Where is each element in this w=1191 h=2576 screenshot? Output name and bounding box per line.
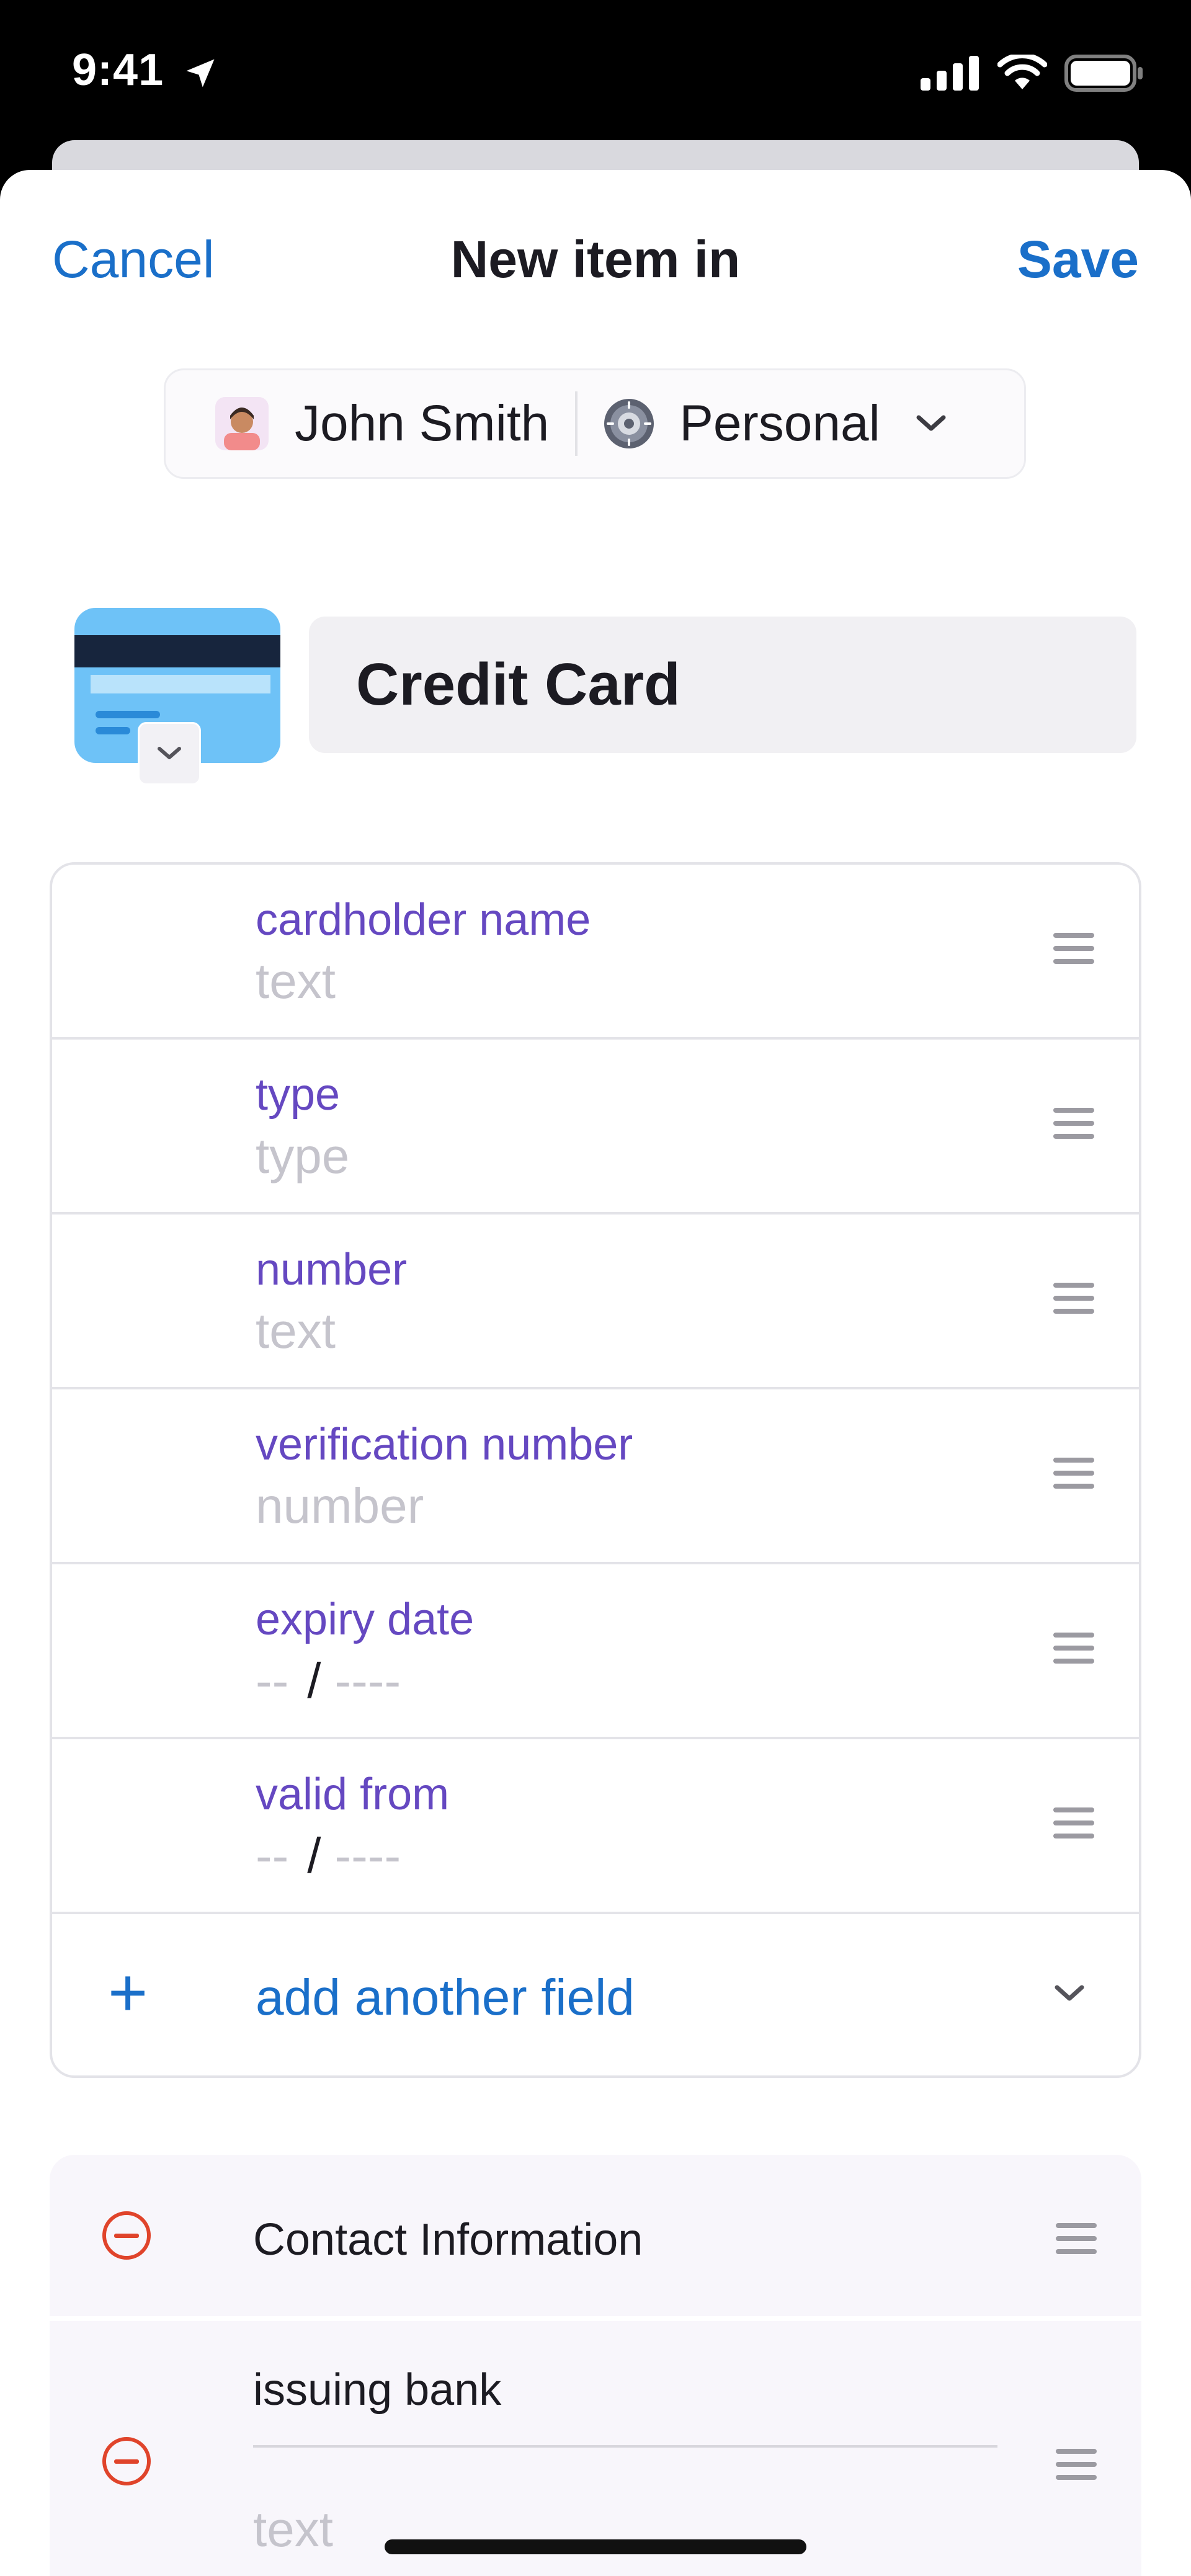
year-placeholder[interactable]: ----: [335, 1828, 401, 1883]
field-row-cardholder-name[interactable]: cardholder name text: [52, 865, 1139, 1040]
home-indicator[interactable]: [385, 2539, 806, 2554]
field-row-number[interactable]: number text: [52, 1214, 1139, 1389]
custom-field-label[interactable]: issuing bank: [253, 2364, 501, 2415]
date-separator: /: [307, 1828, 321, 1883]
vault-picker[interactable]: John Smith Personal: [164, 368, 1026, 479]
cellular-signal-icon: [921, 56, 979, 91]
remove-section-icon[interactable]: [100, 2209, 153, 2262]
drag-handle-icon[interactable]: [1056, 2223, 1097, 2254]
divider: [50, 2316, 1141, 2321]
section-title[interactable]: Contact Information: [253, 2214, 643, 2265]
status-time: 9:41: [72, 45, 219, 96]
label-underline: [253, 2445, 997, 2448]
chevron-down-icon: [916, 415, 946, 431]
chevron-down-icon: [1055, 1985, 1084, 2001]
date-input[interactable]: -- / ----: [256, 1827, 401, 1884]
new-item-sheet: New item in Cancel Save John Smith Perso…: [0, 170, 1191, 2576]
wifi-icon: [997, 55, 1047, 89]
drag-handle-icon[interactable]: [1053, 1633, 1094, 1664]
field-label: valid from: [256, 1770, 450, 1819]
field-row-valid-from[interactable]: valid from -- / ----: [52, 1739, 1139, 1914]
field-placeholder[interactable]: type: [256, 1128, 349, 1185]
drag-handle-icon[interactable]: [1053, 1108, 1094, 1139]
year-placeholder[interactable]: ----: [335, 1653, 401, 1708]
avatar: [215, 397, 269, 450]
field-row-expiry-date[interactable]: expiry date -- / ----: [52, 1564, 1139, 1739]
vault-icon: [604, 399, 654, 448]
date-input[interactable]: -- / ----: [256, 1652, 401, 1709]
add-another-field-button[interactable]: + add another field: [52, 1914, 1139, 2075]
vault-name: Personal: [679, 395, 880, 452]
drag-handle-icon[interactable]: [1053, 1283, 1094, 1314]
category-dropdown-button[interactable]: [138, 722, 201, 785]
account-name: John Smith: [295, 395, 550, 452]
field-placeholder[interactable]: text: [256, 1303, 336, 1360]
field-label: expiry date: [256, 1595, 475, 1644]
remove-field-icon[interactable]: [100, 2435, 153, 2487]
cancel-button[interactable]: Cancel: [52, 230, 214, 290]
status-time-text: 9:41: [72, 45, 164, 95]
custom-field-placeholder[interactable]: text: [253, 2501, 333, 2558]
section-header: Contact Information: [50, 2155, 1141, 2316]
save-button[interactable]: Save: [1017, 230, 1139, 290]
field-label: verification number: [256, 1420, 633, 1469]
drag-handle-icon[interactable]: [1053, 1458, 1094, 1489]
field-row-type[interactable]: type type: [52, 1040, 1139, 1214]
fields-list: cardholder name text type type number te…: [50, 862, 1141, 2078]
date-separator: /: [307, 1653, 321, 1708]
add-field-label: add another field: [256, 1969, 635, 2026]
field-label: cardholder name: [256, 895, 591, 945]
month-placeholder[interactable]: --: [256, 1828, 288, 1883]
field-row-verification-number[interactable]: verification number number: [52, 1389, 1139, 1564]
plus-icon: +: [108, 1954, 148, 2031]
month-placeholder[interactable]: --: [256, 1653, 288, 1708]
drag-handle-icon[interactable]: [1053, 1807, 1094, 1838]
item-title-value: Credit Card: [356, 651, 680, 718]
item-title-field[interactable]: Credit Card: [309, 617, 1136, 753]
drag-handle-icon[interactable]: [1053, 933, 1094, 964]
drag-handle-icon[interactable]: [1056, 2449, 1097, 2480]
location-arrow-icon: [186, 59, 215, 87]
custom-field-issuing-bank[interactable]: issuing bank text: [50, 2321, 1141, 2576]
field-placeholder[interactable]: text: [256, 953, 336, 1010]
chevron-down-icon: [158, 747, 181, 759]
field-placeholder[interactable]: number: [256, 1477, 424, 1535]
section-contact-information: Contact Information issuing bank text: [50, 2155, 1141, 2576]
status-bar: 9:41: [0, 0, 1191, 149]
picker-divider: [575, 391, 578, 456]
battery-icon: [1064, 55, 1143, 92]
field-label: number: [256, 1245, 408, 1295]
field-label: type: [256, 1070, 341, 1120]
